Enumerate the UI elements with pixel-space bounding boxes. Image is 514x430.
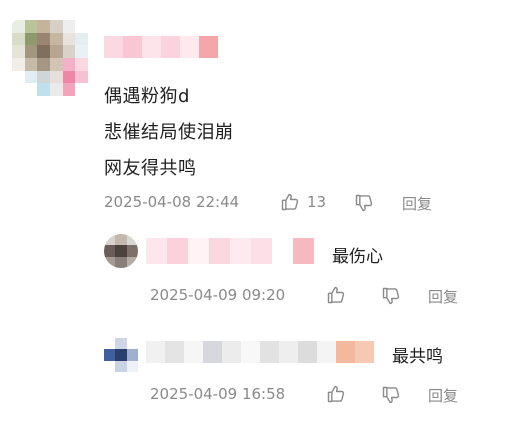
comment-line-1: 偶遇粉狗d bbox=[104, 86, 190, 107]
reply-username[interactable] bbox=[146, 341, 374, 363]
thumbs-up-icon[interactable] bbox=[326, 384, 346, 404]
comment-timestamp: 2025-04-08 22:44 bbox=[104, 193, 240, 211]
thumbs-down-icon[interactable] bbox=[381, 385, 401, 405]
thumbs-down-icon[interactable] bbox=[354, 193, 374, 213]
thumbs-up-icon[interactable] bbox=[280, 192, 300, 212]
username[interactable] bbox=[104, 36, 218, 58]
like-count: 13 bbox=[307, 193, 327, 211]
reply-avatar[interactable] bbox=[104, 234, 138, 268]
reply-avatar[interactable] bbox=[104, 338, 138, 372]
thumbs-up-icon[interactable] bbox=[326, 285, 346, 305]
comment-line-2: 悲催结局使泪崩 bbox=[104, 122, 234, 143]
reply-button[interactable]: 回复 bbox=[428, 286, 458, 307]
reply-timestamp: 2025-04-09 16:58 bbox=[150, 385, 286, 403]
avatar[interactable] bbox=[12, 20, 88, 96]
reply-button[interactable]: 回复 bbox=[428, 385, 458, 406]
reply-button[interactable]: 回复 bbox=[402, 193, 432, 214]
reply-timestamp: 2025-04-09 09:20 bbox=[150, 286, 286, 304]
reply-username[interactable] bbox=[146, 238, 314, 264]
reply-text: 最共鸣 bbox=[392, 347, 443, 367]
reply-text: 最伤心 bbox=[332, 247, 383, 267]
thumbs-down-icon[interactable] bbox=[381, 286, 401, 306]
comment-line-3: 网友得共鸣 bbox=[104, 158, 197, 179]
